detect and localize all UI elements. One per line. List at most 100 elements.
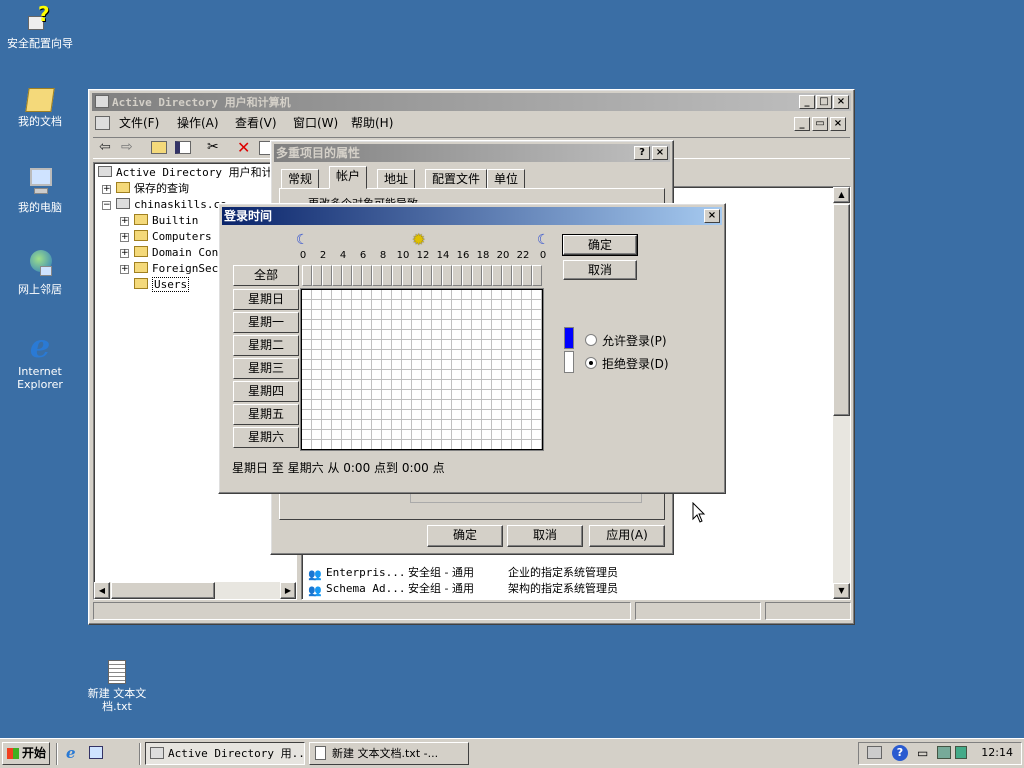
scroll-right-button[interactable]: ▶: [280, 582, 296, 599]
close-button[interactable]: ×: [704, 209, 720, 223]
hour-column-button[interactable]: [412, 265, 422, 286]
hour-column-button[interactable]: [332, 265, 342, 286]
tray-shield-icon[interactable]: [955, 746, 967, 759]
logon-cancel-button[interactable]: 取消: [563, 260, 637, 280]
hour-column-button[interactable]: [472, 265, 482, 286]
forward-arrow-icon[interactable]: ⇨: [121, 139, 133, 155]
close-button[interactable]: ×: [833, 95, 849, 109]
properties-cancel-button[interactable]: 取消: [507, 525, 583, 547]
tray-network-icon[interactable]: [867, 746, 882, 759]
day-button-friday[interactable]: 星期五: [233, 404, 299, 425]
deny-logon-label[interactable]: 拒绝登录(D): [602, 355, 669, 372]
child-minimize-button[interactable]: _: [794, 117, 810, 131]
hour-column-button[interactable]: [462, 265, 472, 286]
scroll-thumb[interactable]: [111, 582, 215, 599]
maximize-button[interactable]: □: [816, 95, 832, 109]
logon-hours-titlebar[interactable]: 登录时间 ×: [222, 207, 722, 225]
hour-column-button[interactable]: [382, 265, 392, 286]
desktop-icon-my-computer[interactable]: 我的电脑: [0, 166, 80, 214]
hour-column-button[interactable]: [322, 265, 332, 286]
tab-profile[interactable]: 配置文件: [425, 169, 488, 189]
back-arrow-icon[interactable]: ⇦: [99, 139, 111, 155]
permit-logon-radio[interactable]: [585, 334, 597, 346]
tree-item-domain-controllers[interactable]: Domain Cont: [134, 245, 225, 261]
day-button-thursday[interactable]: 星期四: [233, 381, 299, 402]
scroll-thumb[interactable]: [833, 204, 850, 416]
up-folder-icon[interactable]: [151, 141, 167, 154]
hour-column-button[interactable]: [452, 265, 462, 286]
help-button[interactable]: ?: [634, 146, 650, 160]
day-button-wednesday[interactable]: 星期三: [233, 358, 299, 379]
hour-column-button[interactable]: [362, 265, 372, 286]
taskbar-item-ad[interactable]: Active Directory 用...: [145, 742, 305, 765]
menu-action[interactable]: 操作(A): [177, 114, 219, 132]
properties-apply-button[interactable]: 应用(A): [589, 525, 665, 547]
menu-file[interactable]: 文件(F): [119, 114, 159, 132]
hour-column-button[interactable]: [372, 265, 382, 286]
tree-item-foreign-security[interactable]: ForeignSecu: [134, 261, 225, 277]
tree-expander[interactable]: +: [120, 217, 129, 226]
logon-hours-grid[interactable]: [300, 288, 544, 451]
hour-column-button[interactable]: [492, 265, 502, 286]
day-button-sunday[interactable]: 星期日: [233, 289, 299, 310]
hour-column-button[interactable]: [502, 265, 512, 286]
select-all-button[interactable]: 全部: [233, 265, 299, 286]
hour-column-button[interactable]: [512, 265, 522, 286]
tree-expander[interactable]: +: [120, 233, 129, 242]
deny-logon-radio[interactable]: [585, 357, 597, 369]
hour-column-button[interactable]: [442, 265, 452, 286]
hour-column-button[interactable]: [432, 265, 442, 286]
menu-window[interactable]: 窗口(W): [293, 114, 338, 132]
child-close-button[interactable]: ×: [830, 117, 846, 131]
scroll-left-button[interactable]: ◀: [94, 582, 110, 599]
hour-column-button[interactable]: [392, 265, 402, 286]
show-tree-icon[interactable]: [175, 141, 191, 154]
scroll-up-button[interactable]: ▲: [833, 187, 850, 203]
list-row[interactable]: 👥 Enterpris... 安全组 - 通用 企业的指定系统管理员: [308, 565, 848, 581]
properties-ok-button[interactable]: 确定: [427, 525, 503, 547]
tray-connection-icon[interactable]: [937, 746, 951, 759]
tab-address[interactable]: 地址: [377, 169, 416, 189]
ie-quicklaunch-icon[interactable]: e: [66, 744, 76, 762]
tree-hscrollbar[interactable]: ◀ ▶: [94, 582, 296, 599]
tray-volume-icon[interactable]: ▭: [917, 746, 928, 760]
child-restore-button[interactable]: ▭: [812, 117, 828, 131]
tab-account[interactable]: 帐户: [329, 166, 368, 189]
hour-column-button[interactable]: [352, 265, 362, 286]
day-button-saturday[interactable]: 星期六: [233, 427, 299, 448]
tree-item-computers[interactable]: Computers: [134, 229, 212, 245]
taskbar-item-notepad[interactable]: 新建 文本文档.txt -...: [309, 742, 469, 765]
hour-column-button[interactable]: [422, 265, 432, 286]
tree-expander[interactable]: +: [102, 185, 111, 194]
logon-ok-button[interactable]: 确定: [562, 234, 638, 256]
hour-column-button[interactable]: [522, 265, 532, 286]
hour-column-button[interactable]: [342, 265, 352, 286]
tab-general[interactable]: 常规: [281, 169, 320, 189]
menu-view[interactable]: 查看(V): [235, 114, 277, 132]
tree-item-saved-queries[interactable]: 保存的查询: [116, 181, 189, 197]
list-vscrollbar[interactable]: ▲ ▼: [833, 187, 850, 599]
hour-column-button[interactable]: [312, 265, 322, 286]
scroll-down-button[interactable]: ▼: [833, 583, 850, 599]
hour-column-button[interactable]: [302, 265, 312, 286]
tray-help-icon[interactable]: ?: [892, 745, 908, 761]
tree-expander[interactable]: +: [120, 265, 129, 274]
ad-window-titlebar[interactable]: Active Directory 用户和计算机 _ □ ×: [92, 93, 851, 111]
desktop-icon-internet-explorer[interactable]: e Internet Explorer: [0, 330, 80, 391]
permit-logon-label[interactable]: 允许登录(P): [602, 332, 667, 349]
menu-help[interactable]: 帮助(H): [351, 114, 393, 132]
properties-titlebar[interactable]: 多重项目的属性 ? ×: [274, 144, 670, 162]
desktop-icon-security-wizard[interactable]: ? 安全配置向导: [0, 4, 80, 50]
minimize-button[interactable]: _: [799, 95, 815, 109]
day-button-tuesday[interactable]: 星期二: [233, 335, 299, 356]
tree-item-domain[interactable]: chinaskills.co: [116, 197, 227, 213]
hour-column-button[interactable]: [532, 265, 542, 286]
tree-item-users[interactable]: Users: [134, 277, 190, 293]
tree-item-builtin[interactable]: Builtin: [134, 213, 198, 229]
desktop-icon-my-documents[interactable]: 我的文档: [0, 84, 80, 128]
tree-expander[interactable]: +: [120, 249, 129, 258]
close-button[interactable]: ×: [652, 146, 668, 160]
start-button[interactable]: 开始: [2, 742, 50, 765]
cut-icon[interactable]: ✂: [207, 139, 219, 155]
day-button-monday[interactable]: 星期一: [233, 312, 299, 333]
